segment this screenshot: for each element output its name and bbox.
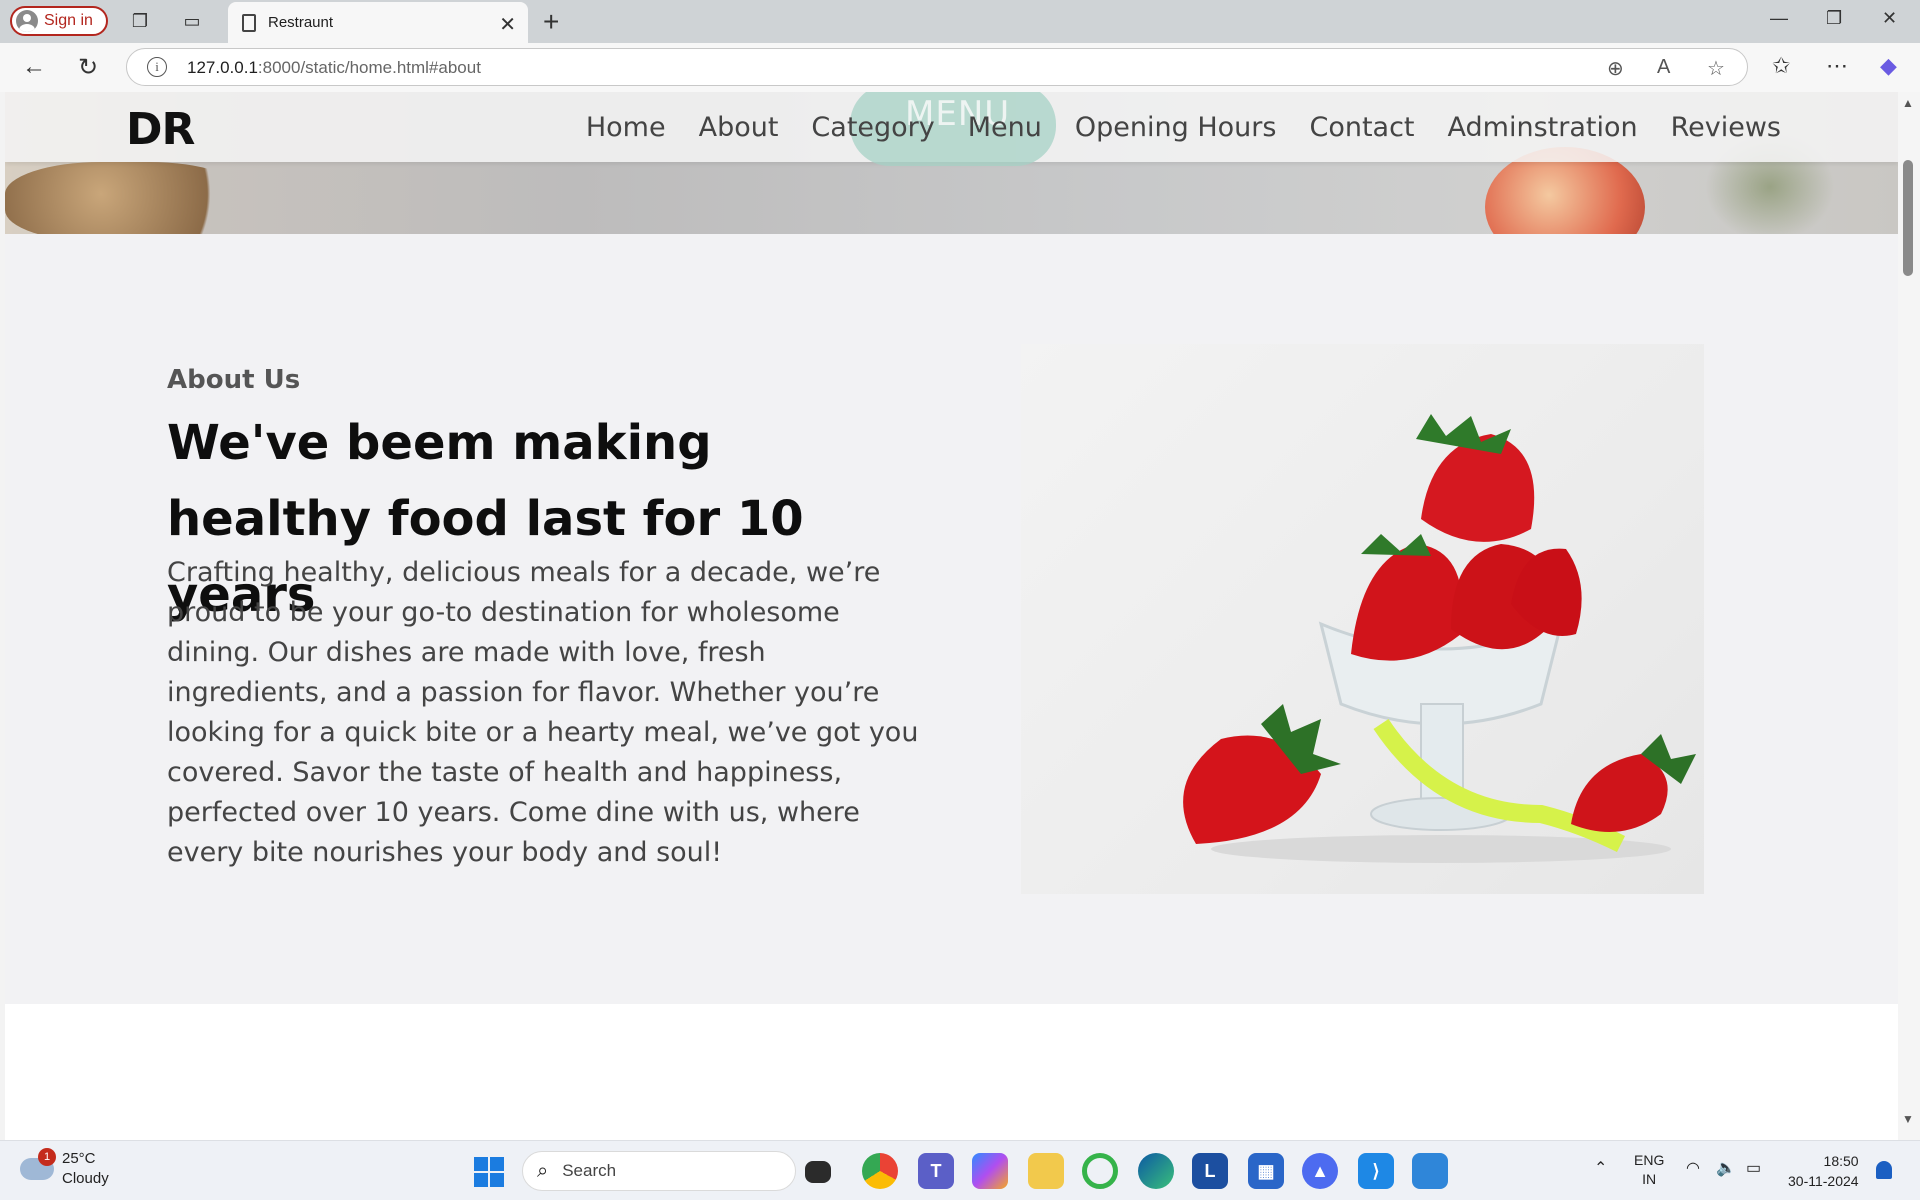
nav-menu[interactable]: Menu	[968, 112, 1042, 143]
windows-taskbar: 1 25°C Cloudy ⌕ Search T L ▦ ▲ ⟩ ⌃ ENG I…	[0, 1140, 1920, 1200]
favorites-icon[interactable]: ✩	[1772, 53, 1790, 79]
teams-icon[interactable]: T	[918, 1153, 954, 1189]
url-host: 127.0.0.1	[187, 58, 258, 77]
close-icon[interactable]: ✕	[499, 12, 516, 37]
nav-adminstration[interactable]: Adminstration	[1448, 112, 1638, 143]
copilot-app-icon[interactable]	[972, 1153, 1008, 1189]
search-icon: ⌕	[537, 1159, 549, 1182]
tab-strip: Sign in ❐ ▭ Restraunt ✕ + — ❐ ✕	[0, 0, 1920, 43]
taskbar-search-label: Search	[562, 1161, 617, 1180]
nav-reviews[interactable]: Reviews	[1671, 112, 1781, 143]
about-subtitle: About Us	[167, 365, 301, 395]
language-indicator[interactable]: ENG IN	[1634, 1151, 1664, 1189]
windows-start-icon[interactable]	[474, 1157, 504, 1187]
window-close-icon[interactable]: ✕	[1882, 8, 1897, 29]
restore-icon[interactable]: ❐	[1826, 8, 1842, 29]
sign-in-label: Sign in	[44, 12, 93, 29]
workspaces-icon[interactable]: ❐	[128, 10, 152, 32]
notification-icon[interactable]	[1876, 1161, 1892, 1179]
scroll-up-icon[interactable]: ▲	[1902, 96, 1914, 110]
browser-window: Sign in ❐ ▭ Restraunt ✕ + — ❐ ✕ ← ↻ i 12…	[0, 0, 1920, 1140]
about-body: Crafting healthy, delicious meals for a …	[167, 557, 919, 868]
scrollbar-thumb[interactable]	[1903, 160, 1913, 276]
file-manager-icon[interactable]	[805, 1161, 831, 1183]
tab-actions-icon[interactable]: ▭	[180, 10, 204, 32]
file-explorer-icon[interactable]	[1028, 1153, 1064, 1189]
copilot-icon[interactable]: ◆	[1880, 53, 1897, 79]
nav-links: Home About Category Menu Opening Hours C…	[586, 112, 1781, 143]
clock-date: 30-11-2024	[1788, 1173, 1859, 1189]
nav-category[interactable]: Category	[811, 112, 934, 143]
web-page: DR MENU Home About Category Menu Opening…	[5, 92, 1898, 1140]
weather-condition: Cloudy	[62, 1170, 109, 1187]
page-icon	[242, 13, 256, 32]
page-scrollbar[interactable]: ▲ ▼	[1898, 92, 1920, 1140]
language-code: ENG	[1634, 1152, 1665, 1168]
minimize-icon[interactable]: —	[1770, 8, 1788, 29]
info-icon[interactable]: i	[147, 57, 167, 77]
nav-home[interactable]: Home	[586, 112, 666, 143]
new-tab-icon[interactable]: +	[543, 6, 559, 38]
battery-icon[interactable]: ▭	[1746, 1159, 1761, 1178]
strawberry-illustration	[1183, 414, 1696, 863]
back-icon[interactable]: ←	[22, 53, 46, 81]
sign-in-button[interactable]: Sign in	[10, 6, 108, 36]
nav-about[interactable]: About	[699, 112, 779, 143]
read-aloud-icon[interactable]: A	[1657, 56, 1670, 79]
url-text[interactable]: 127.0.0.1:8000/static/home.html#about	[187, 58, 481, 78]
weather-temp: 25°C	[62, 1150, 96, 1167]
app-triangle-icon[interactable]: ▲	[1302, 1153, 1338, 1189]
scroll-down-icon[interactable]: ▼	[1902, 1112, 1914, 1126]
taskbar-search[interactable]: ⌕ Search	[522, 1151, 796, 1191]
weather-widget[interactable]: 1 25°C Cloudy	[20, 1148, 109, 1189]
more-icon[interactable]: ⋯	[1826, 53, 1848, 79]
zoom-icon[interactable]: ⊕	[1607, 56, 1624, 81]
hero-food-image	[5, 162, 245, 242]
url-path: :8000/static/home.html#about	[257, 58, 481, 77]
profile-icon	[16, 10, 38, 32]
refresh-app-icon[interactable]	[1082, 1153, 1118, 1189]
refresh-icon[interactable]: ↻	[78, 53, 98, 82]
weather-badge: 1	[38, 1148, 56, 1166]
chrome-icon[interactable]	[862, 1153, 898, 1189]
photos-icon[interactable]	[1412, 1153, 1448, 1189]
language-region: IN	[1642, 1171, 1657, 1187]
address-bar[interactable]: i 127.0.0.1:8000/static/home.html#about …	[126, 48, 1748, 86]
nav-opening-hours[interactable]: Opening Hours	[1075, 112, 1277, 143]
app-l-icon[interactable]: L	[1192, 1153, 1228, 1189]
site-logo[interactable]: DR	[126, 104, 195, 155]
next-section	[5, 1004, 1898, 1140]
nav-contact[interactable]: Contact	[1309, 112, 1414, 143]
system-clock[interactable]: 18:50 30-11-2024	[1788, 1151, 1859, 1191]
active-tab[interactable]: Restraunt ✕	[228, 2, 528, 43]
chevron-up-icon[interactable]: ⌃	[1594, 1159, 1607, 1178]
strawberry-photo	[1021, 344, 1704, 894]
address-toolbar: ← ↻ i 127.0.0.1:8000/static/home.html#ab…	[0, 43, 1920, 92]
cloud-icon: 1	[20, 1148, 56, 1180]
about-section: About Us We've beem making healthy food …	[5, 234, 1898, 1004]
store-icon[interactable]: ▦	[1248, 1153, 1284, 1189]
favorite-star-icon[interactable]: ☆	[1707, 56, 1725, 81]
edge-icon[interactable]	[1138, 1153, 1174, 1189]
volume-icon[interactable]: 🔈	[1716, 1159, 1736, 1178]
tab-title: Restraunt	[268, 14, 334, 31]
wifi-icon[interactable]: ◠	[1686, 1159, 1700, 1178]
clock-time: 18:50	[1823, 1153, 1859, 1169]
vscode-icon[interactable]: ⟩	[1358, 1153, 1394, 1189]
site-navbar: DR MENU Home About Category Menu Opening…	[5, 92, 1898, 166]
